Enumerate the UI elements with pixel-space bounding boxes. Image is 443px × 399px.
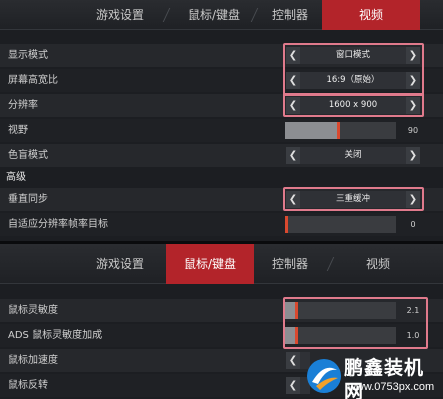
setting-label: ADS 鼠标灵敏度加成 [8,330,103,341]
tab-game-settings[interactable]: 游戏设置 [80,0,160,30]
chevron-left-icon[interactable]: ❮ [286,191,300,208]
selector-value: 窗口模式 [335,50,370,60]
tab-video[interactable]: 视频 [336,244,420,284]
setting-label: 鼠标反转 [8,380,48,391]
chevron-right-icon[interactable]: ❯ [406,191,420,208]
slider-handle[interactable] [285,216,288,233]
chevron-left-icon[interactable]: ❮ [286,352,300,369]
tab-game-settings[interactable]: 游戏设置 [80,244,160,284]
selector-value: 16:9（原始） [326,75,380,85]
watermark-logo-icon [307,359,341,393]
chevron-left-icon[interactable]: ❮ [286,47,300,64]
slider-fill [285,122,338,139]
slider-value: 1.0 [406,331,420,340]
slider-handle[interactable] [337,122,340,139]
setting-label: 鼠标灵敏度 [8,305,58,316]
chevron-left-icon[interactable]: ❮ [286,377,300,394]
section-header: 高级 [0,169,443,186]
setting-label: 屏幕高宽比 [8,75,58,86]
chevron-right-icon[interactable]: ❯ [406,72,420,89]
tab-separator [326,257,335,271]
display-mode-selector[interactable]: ❮ 窗口模式 ❯ [286,47,420,64]
chevron-left-icon[interactable]: ❮ [286,97,300,114]
mouse-sensitivity-slider[interactable] [285,302,396,319]
slider-value: 2.1 [406,306,420,315]
colorblind-mode-selector[interactable]: ❮ 关闭 ❯ [286,147,420,164]
setting-label: 色盲模式 [8,150,48,161]
setting-label: 视野 [8,125,28,136]
tab-controller[interactable]: 控制器 [258,244,322,284]
setting-row-display-mode: 显示模式 ❮ 窗口模式 ❯ [0,44,443,67]
aspect-ratio-selector[interactable]: ❮ 16:9（原始） ❯ [286,72,420,89]
setting-row-colorblind-mode: 色盲模式 ❮ 关闭 ❯ [0,144,443,167]
section-title-advanced: 高级 [6,172,26,183]
ads-sensitivity-slider[interactable] [285,327,396,344]
setting-row-vsync: 垂直同步 ❮ 三重缓冲 ❯ [0,188,443,211]
setting-label: 鼠标加速度 [8,355,58,366]
chevron-left-icon[interactable]: ❮ [286,72,300,89]
tab-controller[interactable]: 控制器 [258,0,322,30]
chevron-right-icon[interactable]: ❯ [406,97,420,114]
setting-label: 垂直同步 [8,194,48,205]
setting-row-mouse-sensitivity: 鼠标灵敏度 2.1 [0,299,443,322]
top-tab-bar: 游戏设置 鼠标/键盘 控制器 视频 [0,0,443,30]
setting-label: 自适应分辨率帧率目标 [8,219,108,230]
setting-row-ads-sensitivity: ADS 鼠标灵敏度加成 1.0 [0,324,443,347]
selector-value: 1600 x 900 [328,100,378,110]
slider-handle[interactable] [295,302,298,319]
chevron-right-icon[interactable]: ❯ [406,47,420,64]
tab-mouse-keyboard[interactable]: 鼠标/键盘 [166,244,254,284]
slider-value: 0 [410,220,416,229]
site-watermark: 鹏鑫装机网 www.0753px.com [304,356,443,399]
setting-label: 显示模式 [8,50,48,61]
resolution-selector[interactable]: ❮ 1600 x 900 ❯ [286,97,420,114]
setting-row-aspect-ratio: 屏幕高宽比 ❮ 16:9（原始） ❯ [0,69,443,92]
fov-slider[interactable] [285,122,396,139]
tab-mouse-keyboard[interactable]: 鼠标/键盘 [174,0,254,30]
slider-value: 90 [407,126,419,135]
slider-handle[interactable] [295,327,298,344]
tab-video[interactable]: 视频 [322,0,420,30]
setting-row-resolution: 分辨率 ❮ 1600 x 900 ❯ [0,94,443,117]
setting-row-fov: 视野 90 [0,119,443,142]
chevron-left-icon[interactable]: ❮ [286,147,300,164]
bottom-tab-bar: 游戏设置 鼠标/键盘 控制器 视频 [0,244,443,284]
vsync-selector[interactable]: ❮ 三重缓冲 ❯ [286,191,420,208]
video-settings-panel: 游戏设置 鼠标/键盘 控制器 视频 显示模式 ❮ 窗口模式 ❯ 屏幕高宽比 ❮ … [0,0,443,241]
selector-value: 三重缓冲 [335,194,370,204]
adaptive-resolution-slider[interactable] [285,216,396,233]
selector-value: 关闭 [344,150,362,160]
watermark-url: www.0753px.com [348,381,435,393]
tab-separator [162,8,171,22]
chevron-right-icon[interactable]: ❯ [406,147,420,164]
setting-row-adaptive-resolution: 自适应分辨率帧率目标 0 [0,213,443,236]
setting-label: 分辨率 [8,100,38,111]
